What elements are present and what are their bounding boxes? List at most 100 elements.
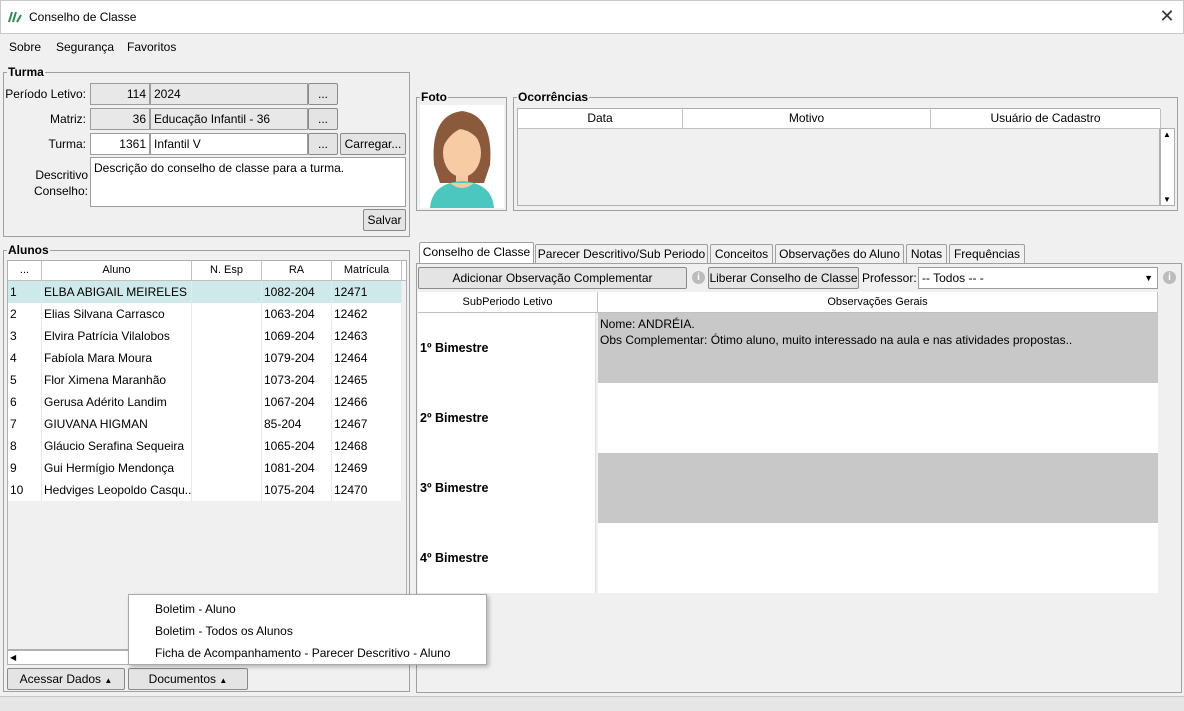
obs-row-4[interactable]: 4º Bimestre xyxy=(418,523,1158,593)
col-motivo[interactable]: Motivo xyxy=(683,109,931,128)
row-ra: 1075-204 xyxy=(262,479,332,501)
menu-ficha-acompanhamento[interactable]: Ficha de Acompanhamento - Parecer Descri… xyxy=(155,646,450,660)
row-index: 5 xyxy=(8,369,42,391)
row-aluno: GIUVANA HIGMAN xyxy=(42,413,192,435)
scroll-down-icon[interactable]: ▼ xyxy=(1163,195,1171,204)
col-nesp[interactable]: N. Esp xyxy=(192,261,262,280)
obs-row-3[interactable]: 3º Bimestre xyxy=(418,453,1158,523)
row-ra: 1079-204 xyxy=(262,347,332,369)
tab-notas[interactable]: Notas xyxy=(906,244,947,263)
liberar-conselho-button[interactable]: Liberar Conselho de Classe xyxy=(708,267,859,289)
tab-conceitos[interactable]: Conceitos xyxy=(710,244,773,263)
acessar-dados-button[interactable]: Acessar Dados ▲ xyxy=(7,668,125,690)
turma-value-field[interactable]: Infantil V xyxy=(150,133,308,155)
col-observacoes[interactable]: Observações Gerais xyxy=(598,292,1158,312)
menu-sobre[interactable]: Sobre xyxy=(9,40,41,54)
periodo-code-field[interactable]: 114 xyxy=(90,83,150,105)
professor-select[interactable]: -- Todos -- - ▼ xyxy=(918,267,1158,289)
table-row[interactable]: 4 Fabíola Mara Moura 1079-204 12464 xyxy=(8,347,402,369)
tab-parecer-descritivo[interactable]: Parecer Descritivo/Sub Periodo xyxy=(535,244,708,263)
col-aluno[interactable]: Aluno xyxy=(42,261,192,280)
matriz-value-field[interactable]: Educação Infantil - 36 xyxy=(150,108,308,130)
col-ra[interactable]: RA xyxy=(262,261,332,280)
periodo-label: 3º Bimestre xyxy=(418,453,596,523)
table-row[interactable]: 3 Elvira Patrícia Vilalobos 1069-204 12463 xyxy=(8,325,402,347)
periodo-lookup-button[interactable]: ... xyxy=(308,83,338,105)
turma-code-field[interactable]: 1361 xyxy=(90,133,150,155)
documentos-button[interactable]: Documentos ▲ xyxy=(128,668,248,690)
scroll-up-icon[interactable]: ▲ xyxy=(1163,130,1171,139)
row-nesp xyxy=(192,391,262,413)
alunos-header: ... Aluno N. Esp RA Matrícula xyxy=(8,261,406,281)
menu-boletim-todos[interactable]: Boletim - Todos os Alunos xyxy=(155,624,293,638)
ocorrencias-scrollbar[interactable]: ▲ ▼ xyxy=(1160,128,1175,206)
row-index: 4 xyxy=(8,347,42,369)
row-matricula: 12465 xyxy=(332,369,402,391)
col-data[interactable]: Data xyxy=(518,109,683,128)
menu-favoritos[interactable]: Favoritos xyxy=(127,40,176,54)
alunos-legend: Alunos xyxy=(8,243,49,257)
periodo-label: 2º Bimestre xyxy=(418,383,596,453)
row-index: 9 xyxy=(8,457,42,479)
obs-header: SubPeriodo Letivo Observações Gerais xyxy=(418,292,1158,313)
row-nesp xyxy=(192,303,262,325)
table-row[interactable]: 8 Gláucio Serafina Sequeira 1065-204 12468 xyxy=(8,435,402,457)
alunos-hscrollbar[interactable]: ◀ xyxy=(7,650,135,665)
table-row[interactable]: 5 Flor Ximena Maranhão 1073-204 12465 xyxy=(8,369,402,391)
table-row[interactable]: 6 Gerusa Adérito Landim 1067-204 12466 xyxy=(8,391,402,413)
row-index: 1 xyxy=(8,281,42,303)
menu-seguranca[interactable]: Segurança xyxy=(56,40,114,54)
chevron-down-icon: ▼ xyxy=(1144,273,1153,283)
tab-frequencias[interactable]: Frequências xyxy=(949,244,1025,263)
obs-cell[interactable]: Nome: ANDRÉIA. Obs Complementar: Ótimo a… xyxy=(598,313,1158,383)
info-icon[interactable]: i xyxy=(1163,271,1176,284)
table-row[interactable]: 7 GIUVANA HIGMAN 85-204 12467 xyxy=(8,413,402,435)
row-ra: 1082-204 xyxy=(262,281,332,303)
matriz-label: Matriz: xyxy=(50,112,86,126)
row-aluno: Elias Silvana Carrasco xyxy=(42,303,192,325)
obs-row-1[interactable]: 1º Bimestre Nome: ANDRÉIA. Obs Complemen… xyxy=(418,313,1158,383)
turma-lookup-button[interactable]: ... xyxy=(308,133,338,155)
ocorrencias-legend: Ocorrências xyxy=(518,90,589,104)
periodo-value-field[interactable]: 2024 xyxy=(150,83,308,105)
table-row[interactable]: 9 Gui Hermígio Mendonça 1081-204 12469 xyxy=(8,457,402,479)
row-ra: 85-204 xyxy=(262,413,332,435)
scroll-left-icon[interactable]: ◀ xyxy=(10,651,16,664)
obs-row-2[interactable]: 2º Bimestre xyxy=(418,383,1158,453)
matriz-code-field[interactable]: 36 xyxy=(90,108,150,130)
descritivo-textarea[interactable]: Descrição do conselho de classe para a t… xyxy=(90,157,406,207)
adicionar-observacao-button[interactable]: Adicionar Observação Complementar xyxy=(418,267,687,289)
table-row[interactable]: 10 Hedviges Leopoldo Casqu... 1075-204 1247… xyxy=(8,479,402,501)
professor-label: Professor: xyxy=(862,271,917,285)
row-nesp xyxy=(192,479,262,501)
obs-cell[interactable] xyxy=(598,383,1158,453)
tab-conselho-classe[interactable]: Conselho de Classe xyxy=(419,242,534,264)
tab-observacoes-aluno[interactable]: Observações do Aluno xyxy=(775,244,904,263)
col-usuario[interactable]: Usuário de Cadastro xyxy=(931,109,1161,128)
obs-cell[interactable] xyxy=(598,453,1158,523)
info-icon[interactable]: i xyxy=(692,271,705,284)
ocorrencias-grid[interactable]: Data Motivo Usuário de Cadastro xyxy=(517,108,1161,206)
obs-cell[interactable] xyxy=(598,523,1158,593)
matriz-lookup-button[interactable]: ... xyxy=(308,108,338,130)
carregar-button[interactable]: Carregar... xyxy=(340,133,406,155)
row-matricula: 12463 xyxy=(332,325,402,347)
row-aluno: Elvira Patrícia Vilalobos xyxy=(42,325,192,347)
row-ra: 1069-204 xyxy=(262,325,332,347)
row-matricula: 12471 xyxy=(332,281,402,303)
col-subperiodo[interactable]: SubPeriodo Letivo xyxy=(418,292,598,312)
caret-up-icon: ▲ xyxy=(104,676,113,685)
row-ra: 1067-204 xyxy=(262,391,332,413)
row-nesp xyxy=(192,369,262,391)
row-aluno: Gerusa Adérito Landim xyxy=(42,391,192,413)
menu-boletim-aluno[interactable]: Boletim - Aluno xyxy=(155,602,236,616)
row-matricula: 12464 xyxy=(332,347,402,369)
alunos-grid[interactable]: ... Aluno N. Esp RA Matrícula 1 ELBA ABIG… xyxy=(7,260,407,650)
col-matricula[interactable]: Matrícula xyxy=(332,261,402,280)
table-row[interactable]: 1 ELBA ABIGAIL MEIRELES 1082-204 12471 xyxy=(8,281,402,303)
table-row[interactable]: 2 Elias Silvana Carrasco 1063-204 12462 xyxy=(8,303,402,325)
salvar-button[interactable]: Salvar xyxy=(363,209,406,231)
col-index[interactable]: ... xyxy=(8,261,42,280)
row-nesp xyxy=(192,281,262,303)
close-icon[interactable]: ✕ xyxy=(1158,6,1176,26)
